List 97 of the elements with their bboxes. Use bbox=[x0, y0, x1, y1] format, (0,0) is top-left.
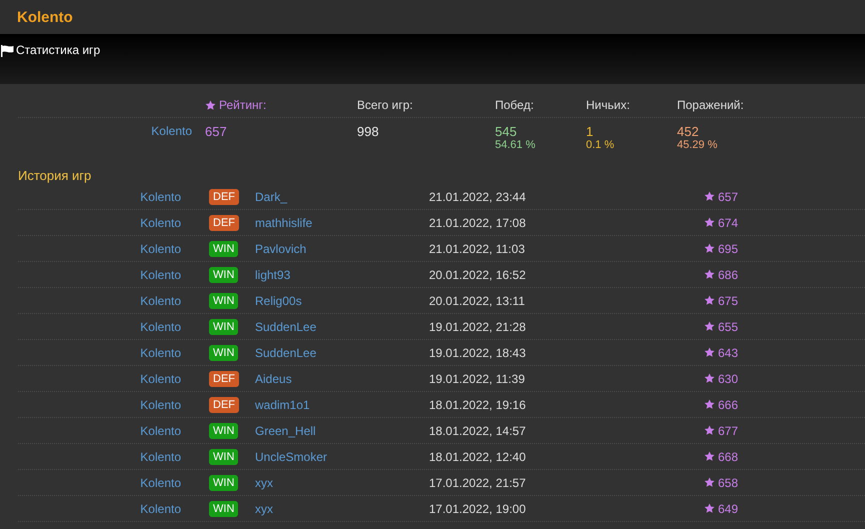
player-link[interactable]: Kolento bbox=[140, 320, 181, 334]
rating-value: 649 bbox=[718, 502, 738, 516]
result-badge: WIN bbox=[209, 240, 238, 256]
losses-value: 452 bbox=[677, 124, 700, 139]
wins-percent: 54.61 % bbox=[495, 139, 536, 151]
opponent-link[interactable]: mathhislife bbox=[255, 216, 312, 230]
rating-value: 657 bbox=[718, 190, 738, 204]
rating-value: 630 bbox=[718, 372, 738, 386]
star-icon bbox=[704, 399, 715, 410]
opponent-link[interactable]: wadim1o1 bbox=[255, 398, 310, 412]
game-date: 20.01.2022, 16:52 bbox=[429, 268, 527, 282]
star-icon bbox=[704, 347, 715, 358]
result-badge: DEF bbox=[209, 214, 239, 230]
player-link[interactable]: Kolento bbox=[140, 268, 181, 282]
opponent-link[interactable]: xyx bbox=[255, 502, 273, 516]
game-date: 19.01.2022, 11:39 bbox=[429, 372, 526, 386]
player-link[interactable]: Kolento bbox=[140, 346, 181, 360]
star-icon bbox=[704, 269, 715, 280]
rating-value: 643 bbox=[718, 346, 738, 360]
star-icon bbox=[704, 295, 715, 306]
player-link[interactable]: Kolento bbox=[140, 502, 181, 516]
rating-value: 666 bbox=[718, 398, 738, 412]
game-date: 19.01.2022, 21:28 bbox=[429, 320, 527, 334]
result-badge: WIN bbox=[209, 318, 238, 334]
player-link[interactable]: Kolento bbox=[140, 424, 181, 438]
opponent-link[interactable]: xyx bbox=[255, 476, 273, 490]
result-badge: WIN bbox=[209, 292, 238, 308]
player-link[interactable]: Kolento bbox=[140, 190, 181, 204]
game-date: 19.01.2022, 18:43 bbox=[429, 346, 527, 360]
draws-value: 1 bbox=[586, 124, 594, 139]
star-icon bbox=[205, 100, 216, 110]
star-icon bbox=[704, 217, 715, 228]
result-badge: WIN bbox=[209, 422, 238, 438]
opponent-link[interactable]: Relig00s bbox=[255, 294, 302, 308]
star-icon bbox=[704, 321, 715, 332]
player-link[interactable]: Kolento bbox=[151, 124, 192, 138]
draws-percent: 0.1 % bbox=[586, 139, 616, 151]
result-badge: WIN bbox=[209, 266, 238, 282]
wins-value: 545 bbox=[495, 124, 518, 139]
player-link[interactable]: Kolento bbox=[140, 216, 181, 230]
rating-value: 668 bbox=[718, 450, 738, 464]
opponent-link[interactable]: Aideus bbox=[255, 372, 292, 386]
game-date: 17.01.2022, 19:00 bbox=[429, 502, 527, 516]
game-date: 21.01.2022, 11:03 bbox=[429, 242, 526, 256]
player-link[interactable]: Kolento bbox=[140, 398, 181, 412]
opponent-link[interactable]: UncleSmoker bbox=[255, 450, 328, 464]
rating-value: 677 bbox=[718, 424, 738, 438]
player-link[interactable]: Kolento bbox=[140, 372, 181, 386]
flag-icon bbox=[0, 45, 14, 57]
section-title: Статистика игр bbox=[16, 43, 100, 57]
rating-value: 686 bbox=[718, 268, 738, 282]
player-link[interactable]: Kolento bbox=[140, 294, 181, 308]
wins-label: Побед: bbox=[495, 98, 535, 112]
game-date: 21.01.2022, 17:08 bbox=[429, 216, 527, 230]
result-badge: WIN bbox=[209, 344, 238, 360]
rating-value: 674 bbox=[718, 216, 738, 230]
star-icon bbox=[704, 451, 715, 462]
history-title: История игр bbox=[18, 168, 92, 184]
star-icon bbox=[704, 373, 715, 384]
result-badge: DEF bbox=[209, 188, 239, 204]
total-label: Всего игр: bbox=[357, 98, 414, 112]
opponent-link[interactable]: Pavlovich bbox=[255, 242, 306, 256]
losses-percent: 45.29 % bbox=[677, 139, 718, 151]
total-value: 998 bbox=[357, 124, 380, 139]
result-badge: WIN bbox=[209, 448, 238, 464]
game-date: 21.01.2022, 23:44 bbox=[429, 190, 527, 204]
game-date: 20.01.2022, 13:11 bbox=[429, 294, 526, 308]
star-icon bbox=[704, 503, 715, 514]
game-date: 18.01.2022, 14:57 bbox=[429, 424, 527, 438]
opponent-link[interactable]: light93 bbox=[255, 268, 290, 282]
opponent-link[interactable]: SuddenLee bbox=[255, 346, 316, 360]
opponent-link[interactable]: Green_Hell bbox=[255, 424, 316, 438]
rating-value: 675 bbox=[718, 294, 738, 308]
rating-value: 695 bbox=[718, 242, 738, 256]
game-date: 18.01.2022, 19:16 bbox=[429, 398, 527, 412]
rating-value: 658 bbox=[718, 476, 738, 490]
star-icon bbox=[704, 243, 715, 254]
rating-value: 657 bbox=[205, 124, 228, 139]
result-badge: WIN bbox=[209, 474, 238, 490]
rating-value: 655 bbox=[718, 320, 738, 334]
opponent-link[interactable]: Dark_ bbox=[255, 190, 288, 204]
game-date: 17.01.2022, 21:57 bbox=[429, 476, 527, 490]
result-badge: WIN bbox=[209, 500, 238, 516]
star-icon bbox=[704, 477, 715, 488]
star-icon bbox=[704, 191, 715, 202]
losses-label: Поражений: bbox=[677, 98, 745, 112]
result-badge: DEF bbox=[209, 396, 239, 412]
player-link[interactable]: Kolento bbox=[140, 450, 181, 464]
site-title[interactable]: Kolento bbox=[17, 8, 73, 26]
player-link[interactable]: Kolento bbox=[140, 242, 181, 256]
star-icon bbox=[704, 425, 715, 436]
draws-label: Ничьих: bbox=[586, 98, 631, 112]
player-link[interactable]: Kolento bbox=[140, 476, 181, 490]
result-badge: DEF bbox=[209, 370, 239, 386]
game-date: 18.01.2022, 12:40 bbox=[429, 450, 527, 464]
rating-label: Рейтинг: bbox=[219, 98, 266, 112]
opponent-link[interactable]: SuddenLee bbox=[255, 320, 316, 334]
